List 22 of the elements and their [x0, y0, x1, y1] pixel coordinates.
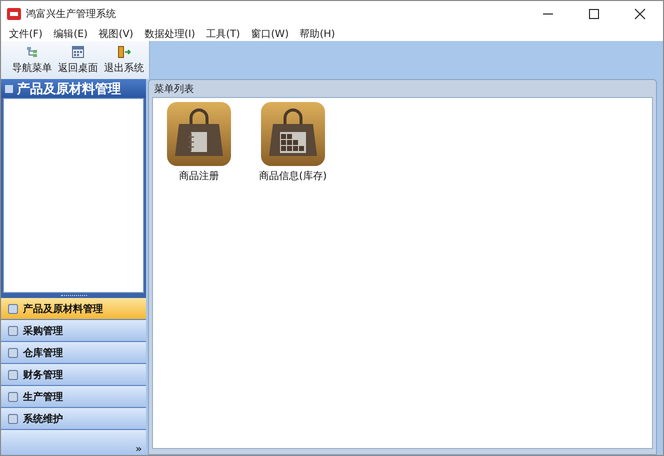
nav-item[interactable]: 仓库管理	[1, 342, 146, 364]
menu-item[interactable]: 工具(T)	[202, 27, 248, 41]
menu-shortcut[interactable]: 商品信息(库存)	[259, 102, 327, 183]
expand-chevron[interactable]: »	[136, 444, 142, 455]
panel-title: 菜单列表	[153, 82, 195, 96]
toolbar-button[interactable]: 退出系统	[101, 41, 147, 79]
menu-item[interactable]: 文件(F)	[5, 27, 50, 41]
menu-item[interactable]: 窗口(W)	[247, 27, 296, 41]
toolbar-button[interactable]: 导航菜单	[9, 41, 55, 79]
menu-shortcut[interactable]: 商品注册	[167, 102, 231, 183]
window-title: 鸿富兴生产管理系统	[26, 8, 117, 21]
menu-item[interactable]: 帮助(H)	[296, 27, 342, 41]
nav-item[interactable]: 产品及原材料管理	[1, 298, 146, 320]
nav-item[interactable]: 生产管理	[1, 386, 146, 408]
menu-item[interactable]: 数据处理(I)	[140, 27, 202, 41]
menu-item[interactable]: 视图(V)	[94, 27, 140, 41]
toolbar-button[interactable]: 返回桌面	[55, 41, 101, 79]
nav-item[interactable]: 财务管理	[1, 364, 146, 386]
panel-title: 产品及原材料管理	[17, 80, 121, 98]
menu-item[interactable]: 编辑(E)	[50, 27, 95, 41]
nav-item[interactable]: 采购管理	[1, 320, 146, 342]
nav-item[interactable]: 系统维护	[1, 408, 146, 430]
